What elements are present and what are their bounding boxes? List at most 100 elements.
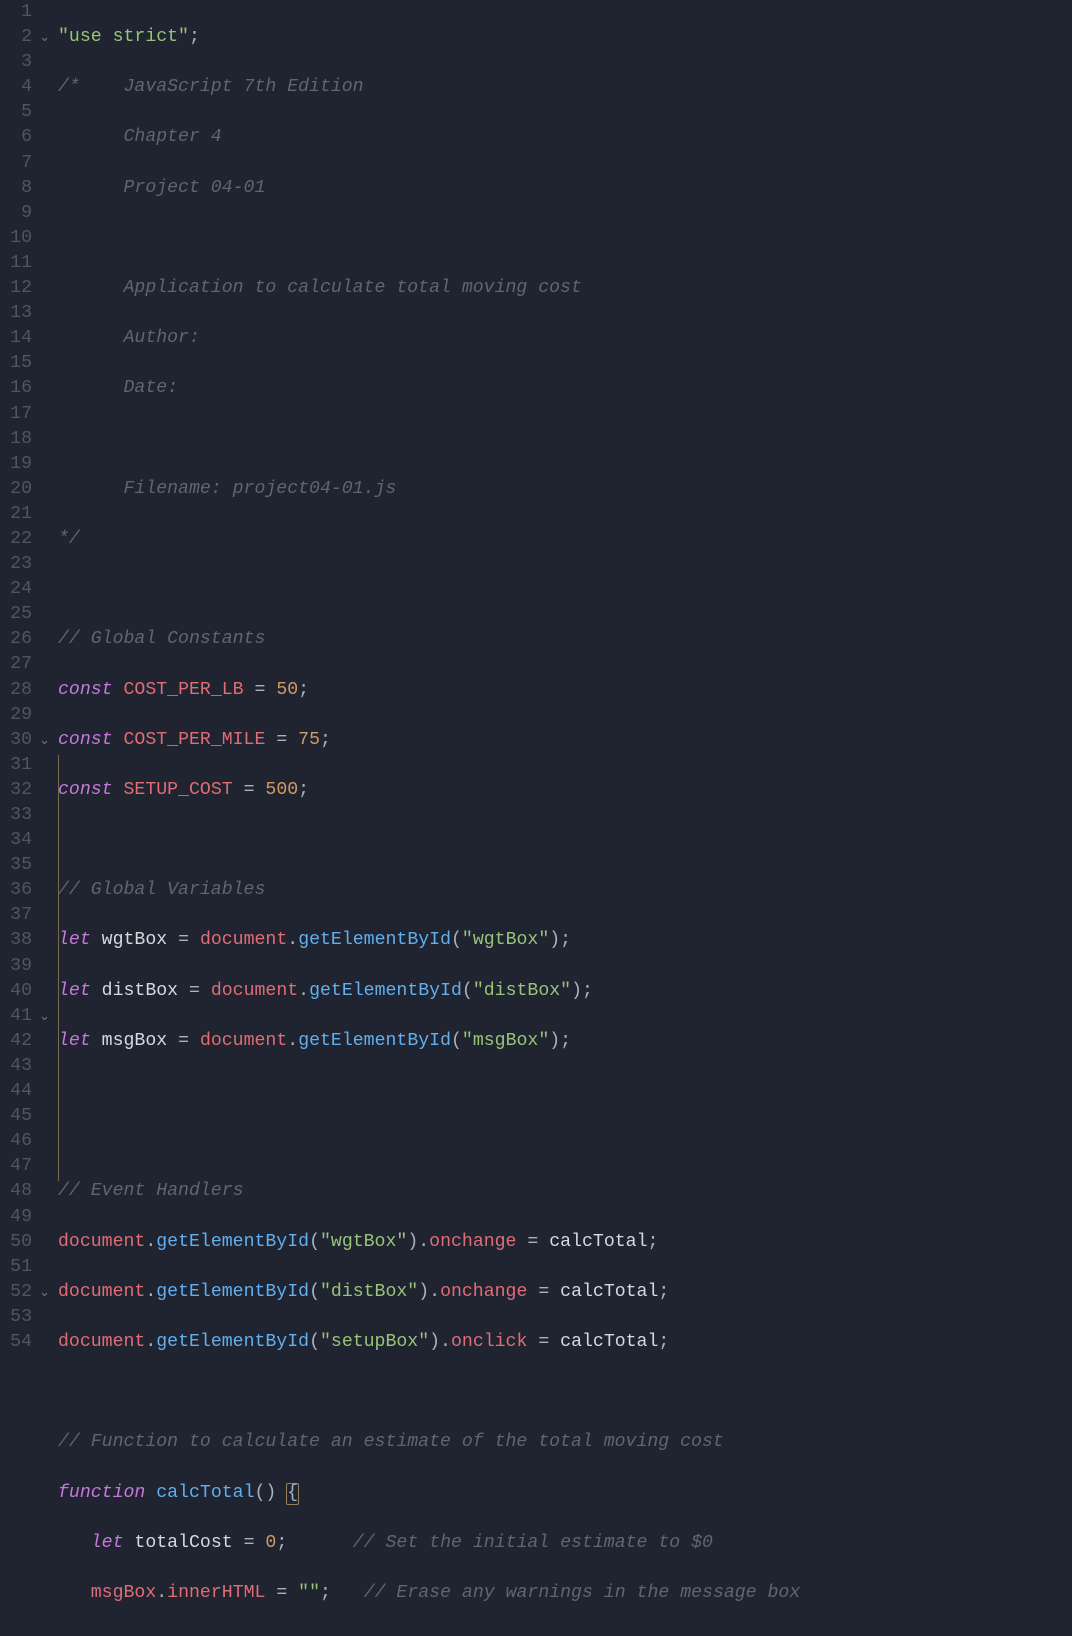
code-line[interactable]: let wgtBox = document.getElementById("wg… [58, 928, 1072, 953]
code-editor[interactable]: 1 2⌄ 3 4 5 6 7 8 9 10 11 12 13 14 15 16 … [0, 0, 1072, 1636]
line-number: 46 [0, 1129, 32, 1154]
fold-chevron-icon[interactable]: ⌄ [34, 1004, 50, 1029]
comment: Date: [58, 378, 178, 398]
line-number: 32 [0, 778, 32, 803]
line-number: 31 [0, 753, 32, 778]
line-number: 6 [0, 125, 32, 150]
line-number: 26 [0, 627, 32, 652]
comment: Project 04-01 [58, 178, 265, 198]
line-number: 10 [0, 226, 32, 251]
fold-chevron-icon[interactable]: ⌄ [34, 25, 50, 50]
gutter: 1 2⌄ 3 4 5 6 7 8 9 10 11 12 13 14 15 16 … [0, 0, 54, 1636]
code-line[interactable]: // Function to calculate an estimate of … [58, 1430, 1072, 1455]
code-line[interactable]: const COST_PER_MILE = 75; [58, 728, 1072, 753]
code-line[interactable]: Author: [58, 326, 1072, 351]
fold-chevron-icon[interactable]: ⌄ [34, 728, 50, 753]
code-line[interactable] [58, 1079, 1072, 1104]
code-line[interactable]: Application to calculate total moving co… [58, 276, 1072, 301]
comment: // Global Constants [58, 629, 265, 649]
line-number: 28 [0, 678, 32, 703]
line-number: 38 [0, 928, 32, 953]
line-number: 16 [0, 376, 32, 401]
line-number: 18 [0, 427, 32, 452]
code-line[interactable]: Filename: project04-01.js [58, 477, 1072, 502]
code-line[interactable]: Chapter 4 [58, 125, 1072, 150]
line-number: 36 [0, 878, 32, 903]
code-line[interactable] [58, 226, 1072, 251]
line-number: 40 [0, 979, 32, 1004]
line-number: 11 [0, 251, 32, 276]
line-number: 14 [0, 326, 32, 351]
comment: Application to calculate total moving co… [58, 278, 582, 298]
line-number: 41⌄ [0, 1004, 32, 1029]
line-number: 49 [0, 1205, 32, 1230]
code-line[interactable] [58, 1129, 1072, 1154]
code-line[interactable]: Date: [58, 376, 1072, 401]
line-number: 30⌄ [0, 728, 32, 753]
fold-chevron-icon[interactable]: ⌄ [34, 1280, 50, 1305]
code-line[interactable]: document.getElementById("setupBox").oncl… [58, 1330, 1072, 1355]
line-number: 17 [0, 402, 32, 427]
line-number: 23 [0, 552, 32, 577]
code-line[interactable]: let distBox = document.getElementById("d… [58, 979, 1072, 1004]
code-line[interactable]: msgBox.innerHTML = ""; // Erase any warn… [58, 1581, 1072, 1606]
code-line[interactable]: */ [58, 527, 1072, 552]
code-line[interactable]: let totalCost = 0; // Set the initial es… [58, 1531, 1072, 1556]
code-line[interactable]: const COST_PER_LB = 50; [58, 678, 1072, 703]
comment: // Global Variables [58, 880, 265, 900]
code-line[interactable]: document.getElementById("wgtBox").onchan… [58, 1230, 1072, 1255]
comment: /* JavaScript 7th Edition [58, 77, 364, 97]
line-number: 34 [0, 828, 32, 853]
code-line[interactable]: Project 04-01 [58, 176, 1072, 201]
line-number: 47 [0, 1154, 32, 1179]
comment: Filename: project04-01.js [58, 479, 396, 499]
line-number: 37 [0, 903, 32, 928]
string-literal: "use strict" [58, 27, 189, 47]
line-number: 53 [0, 1305, 32, 1330]
code-line[interactable] [58, 1631, 1072, 1636]
line-number: 39 [0, 954, 32, 979]
code-line[interactable]: const SETUP_COST = 500; [58, 778, 1072, 803]
line-number: 22 [0, 527, 32, 552]
line-number: 3 [0, 50, 32, 75]
code-line[interactable] [58, 828, 1072, 853]
line-number: 1 [0, 0, 32, 25]
code-line[interactable]: /* JavaScript 7th Edition [58, 75, 1072, 100]
line-number: 8 [0, 176, 32, 201]
line-number: 44 [0, 1079, 32, 1104]
code-line[interactable]: "use strict"; [58, 25, 1072, 50]
line-number: 4 [0, 75, 32, 100]
line-number: 50 [0, 1230, 32, 1255]
line-number: 2⌄ [0, 25, 32, 50]
line-number: 19 [0, 452, 32, 477]
comment: // Function to calculate an estimate of … [58, 1432, 724, 1452]
line-number: 52⌄ [0, 1280, 32, 1305]
line-number: 35 [0, 853, 32, 878]
line-number: 5 [0, 100, 32, 125]
line-number: 24 [0, 577, 32, 602]
code-line[interactable] [58, 427, 1072, 452]
line-number: 54 [0, 1330, 32, 1355]
code-line[interactable]: // Event Handlers [58, 1179, 1072, 1204]
line-number: 27 [0, 652, 32, 677]
line-number: 12 [0, 276, 32, 301]
code-line[interactable] [58, 1380, 1072, 1405]
code-line[interactable]: let msgBox = document.getElementById("ms… [58, 1029, 1072, 1054]
line-number: 7 [0, 151, 32, 176]
bracket-match-icon: { [286, 1483, 299, 1505]
line-number: 33 [0, 803, 32, 828]
line-number: 48 [0, 1179, 32, 1204]
line-number: 25 [0, 602, 32, 627]
line-number: 43 [0, 1054, 32, 1079]
code-line[interactable]: function calcTotal() { [58, 1481, 1072, 1506]
code-line[interactable] [58, 577, 1072, 602]
code-area[interactable]: "use strict"; /* JavaScript 7th Edition … [54, 0, 1072, 1636]
code-line[interactable]: document.getElementById("distBox").oncha… [58, 1280, 1072, 1305]
code-line[interactable]: // Global Variables [58, 878, 1072, 903]
comment: Author: [58, 328, 200, 348]
line-number: 21 [0, 502, 32, 527]
comment: // Event Handlers [58, 1181, 244, 1201]
line-number: 9 [0, 201, 32, 226]
line-number: 15 [0, 351, 32, 376]
code-line[interactable]: // Global Constants [58, 627, 1072, 652]
